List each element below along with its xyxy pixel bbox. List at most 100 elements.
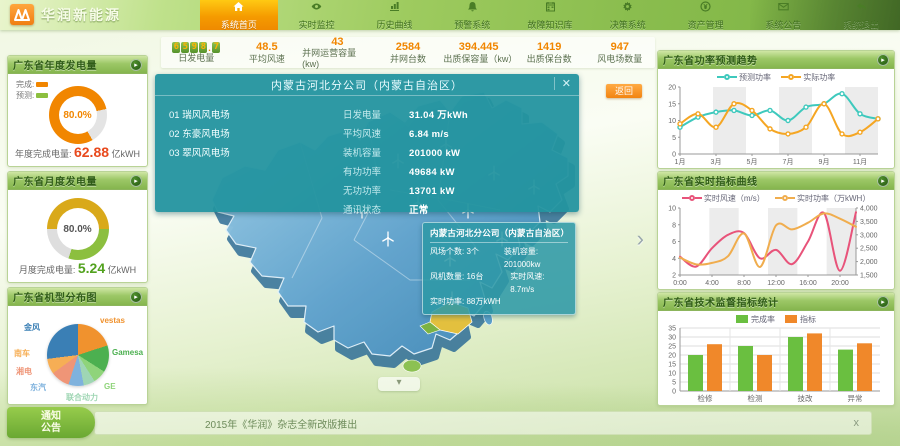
annual-donut-chart: 80.0% — [49, 86, 107, 144]
svg-text:30: 30 — [668, 335, 676, 342]
svg-text:3,500: 3,500 — [860, 219, 878, 226]
daily-generation-counter: 6598.7 — [172, 42, 220, 53]
nav-item-label: 系统首页 — [221, 18, 257, 31]
svg-text:8: 8 — [672, 222, 676, 229]
wind-farm-item[interactable]: 02 东豪风电场 — [169, 125, 309, 144]
stat-item-1: 43并网运营容量(kw) — [302, 36, 373, 69]
stat-item-2: 2584并网台数 — [373, 41, 444, 64]
tech-panel-title: 广东省技术监督指标统计 — [663, 294, 779, 309]
stat-item-5: 947风电场数量 — [584, 41, 655, 64]
nav-item-asset-money[interactable]: 资产管理 — [667, 0, 745, 30]
counter-digit: 9 — [190, 42, 198, 53]
svg-text:35: 35 — [668, 326, 676, 333]
nav-item-gear[interactable]: 决策系统 — [589, 0, 667, 30]
svg-text:异常: 异常 — [848, 394, 863, 403]
tooltip-row: 实时功率: 88万kWH — [430, 296, 568, 309]
forecast-chart-legend: 预测功率 实际功率 — [658, 69, 894, 83]
detail-value: 49684 kW — [409, 163, 455, 182]
counter-digit: 7 — [212, 42, 220, 53]
nav-item-label: 故障知识库 — [528, 18, 573, 31]
detail-row: 通讯状态正常 — [343, 201, 569, 220]
monthly-percent: 80.0% — [63, 224, 91, 235]
nav-item-label: 决策系统 — [610, 18, 646, 31]
asset-money-icon — [700, 0, 711, 17]
detail-label: 无功功率 — [343, 182, 409, 201]
svg-text:5: 5 — [672, 380, 676, 387]
svg-text:0:00: 0:00 — [673, 280, 687, 287]
detail-value: 6.84 m/s — [409, 125, 449, 144]
stat-daily-generation: 6598.7日发电量 — [161, 42, 232, 63]
monthly-generation-panel: 广东省月度发电量 ▸ 80.0% 月度完成电量: 5.24 亿kWH — [7, 171, 148, 283]
back-button[interactable]: 返回 — [606, 84, 642, 98]
svg-text:25: 25 — [668, 344, 676, 351]
wind-farm-item[interactable]: 01 瑞风风电场 — [169, 106, 309, 125]
tech-chart-legend: 完成率指标 — [658, 311, 894, 325]
info-panel-close-icon[interactable]: ✕ — [554, 77, 572, 90]
legend-实时风速（m/s）: 实时风速（m/s） — [682, 193, 765, 204]
monthly-footer-label: 月度完成电量: — [19, 265, 76, 275]
exit-arrow-icon — [856, 0, 867, 17]
svg-text:4,000: 4,000 — [860, 206, 878, 213]
detail-label: 有功功率 — [343, 163, 409, 182]
map-scroll-down-icon[interactable]: ▾ — [378, 377, 420, 391]
svg-text:10: 10 — [668, 371, 676, 378]
nav-item-exit-arrow[interactable]: 系统退出 — [822, 0, 900, 30]
annual-panel-settings-icon[interactable]: ▸ — [130, 59, 142, 71]
history-chart-icon — [389, 0, 400, 17]
nav-item-label: 预警系统 — [454, 18, 490, 31]
stat-value: 1419 — [537, 41, 561, 54]
pie-label-金风: 金风 — [24, 322, 40, 333]
kpi-stats-bar: 6598.7日发电量48.5平均风速43并网运营容量(kw)2584并网台数39… — [161, 37, 655, 68]
tooltip-cell: 实时风速: 8.7m/s — [510, 271, 568, 296]
branch-info-title: 内蒙古河北分公司（内蒙古自治区） — [271, 77, 463, 93]
stat-label: 风电场数量 — [597, 54, 642, 64]
nav-item-knowledge-book[interactable]: 故障知识库 — [511, 0, 589, 30]
knowledge-book-icon — [545, 0, 556, 17]
nav-item-mail[interactable]: 系统公告 — [744, 0, 822, 30]
nav-item-history-chart[interactable]: 历史曲线 — [356, 0, 434, 30]
realtime-panel-settings-icon[interactable]: ▸ — [877, 175, 889, 187]
map-next-chevron-icon[interactable]: › — [637, 226, 644, 252]
svg-text:20: 20 — [668, 353, 676, 360]
svg-text:20:00: 20:00 — [831, 280, 849, 287]
tooltip-cell: 实时功率: 88万kWH — [430, 296, 514, 309]
nav-item-bell[interactable]: 预警系统 — [433, 0, 511, 30]
realtime-index-panel: 广东省实时指标曲线 ▸ 实时风速（m/s） 实时功率（万kWH） 2468101… — [657, 171, 895, 290]
stat-item-3: 394.445出质保容量（kw） — [443, 41, 514, 64]
wind-farm-item[interactable]: 03 翠风风电场 — [169, 144, 309, 163]
stat-item-0: 48.5平均风速 — [232, 41, 303, 64]
realtime-index-chart: 2468101,5002,0002,5003,0003,5004,0000:00… — [658, 204, 886, 287]
nav-item-label: 实时监控 — [299, 18, 335, 31]
nav-item-home[interactable]: 系统首页 — [200, 0, 278, 30]
detail-value: 201000 kW — [409, 144, 460, 163]
notice-badge-line: 公告 — [41, 423, 61, 435]
nav-item-eye[interactable]: 实时监控 — [278, 0, 356, 30]
map-tooltip: 内蒙古河北分公司（内蒙古自治区） 风场个数: 3个装机容量: 201000kw风… — [422, 222, 576, 315]
annual-legend: 完成:预测: — [16, 79, 48, 101]
notice-text: 2015年《华润》杂志全新改版推出 — [205, 416, 854, 431]
monthly-unit: 亿kWH — [108, 265, 137, 275]
svg-text:7月: 7月 — [783, 158, 794, 166]
monthly-panel-settings-icon[interactable]: ▸ — [130, 175, 142, 187]
svg-text:0: 0 — [672, 389, 676, 396]
tech-panel-settings-icon[interactable]: ▸ — [877, 296, 889, 308]
detail-row: 有功功率49684 kW — [343, 163, 569, 182]
detail-label: 平均风速 — [343, 125, 409, 144]
gear-icon — [622, 0, 633, 17]
logo-icon — [10, 4, 34, 25]
realtime-chart-legend: 实时风速（m/s） 实时功率（万kWH） — [658, 190, 894, 204]
svg-text:10: 10 — [668, 118, 676, 125]
svg-text:16:00: 16:00 — [799, 280, 817, 287]
eye-icon — [311, 0, 322, 17]
stat-value: 394.445 — [459, 41, 499, 54]
svg-text:4:00: 4:00 — [705, 280, 719, 287]
detail-row: 平均风速6.84 m/s — [343, 125, 569, 144]
nav-item-label: 系统公告 — [765, 18, 801, 31]
model-panel-settings-icon[interactable]: ▸ — [130, 291, 142, 303]
turbine-model-panel: 广东省机型分布图 ▸ vestasGamesaGE联合动力东汽湘电南车金风 — [7, 287, 148, 405]
svg-text:20: 20 — [668, 85, 676, 92]
tooltip-row: 风场个数: 3个装机容量: 201000kw — [430, 246, 568, 271]
notice-close-icon[interactable]: x — [854, 417, 860, 429]
forecast-panel-settings-icon[interactable]: ▸ — [877, 54, 889, 66]
legend-预测功率: 预测功率 — [717, 72, 771, 83]
